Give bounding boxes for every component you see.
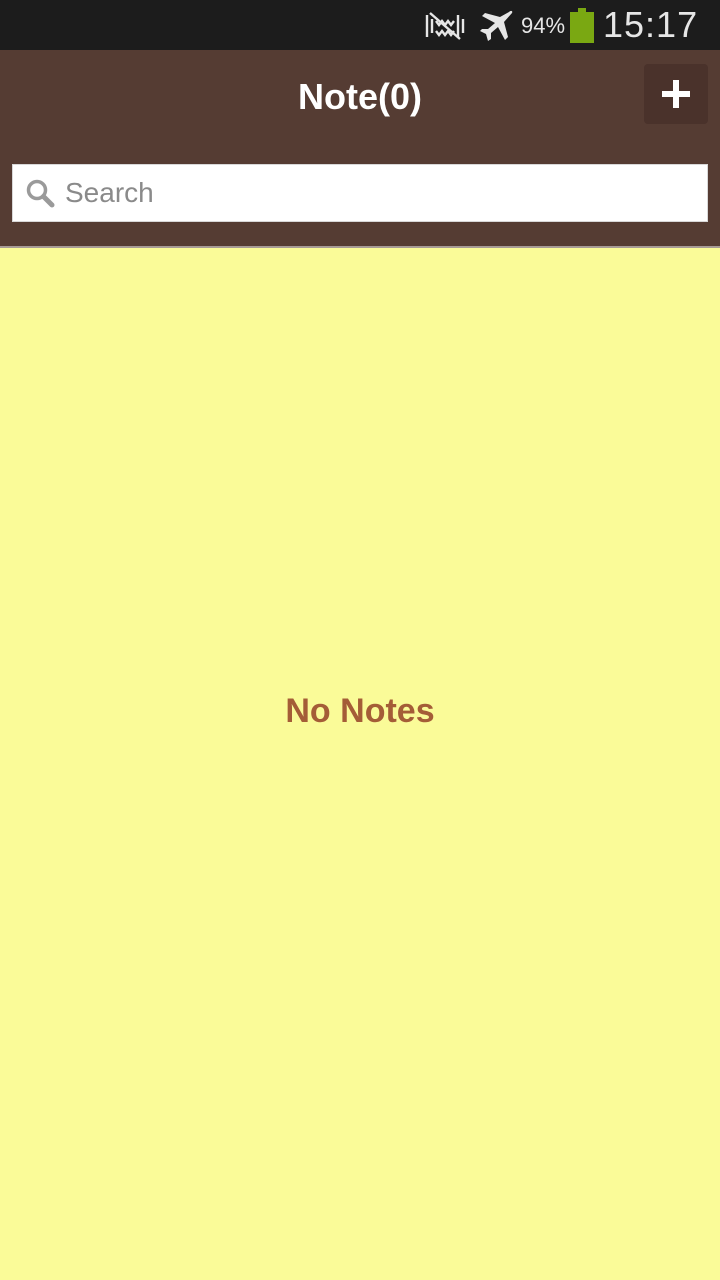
plus-icon bbox=[662, 80, 690, 108]
search-input[interactable] bbox=[65, 173, 685, 213]
clock: 15:17 bbox=[603, 4, 699, 45]
status-bar: 94% 15:17 bbox=[0, 0, 720, 50]
empty-state-message: No Notes bbox=[285, 692, 435, 730]
battery-percent: 94% bbox=[521, 13, 566, 38]
search-icon bbox=[26, 179, 55, 208]
airplane-mode-icon bbox=[480, 10, 513, 41]
search-box bbox=[12, 164, 708, 222]
app-header: Note(0) bbox=[0, 50, 720, 248]
add-note-button[interactable] bbox=[644, 64, 708, 124]
battery-icon bbox=[570, 8, 594, 43]
page-title: Note(0) bbox=[298, 76, 422, 117]
no-signal-icon bbox=[425, 12, 465, 40]
notes-list-area: No Notes bbox=[0, 248, 720, 1280]
